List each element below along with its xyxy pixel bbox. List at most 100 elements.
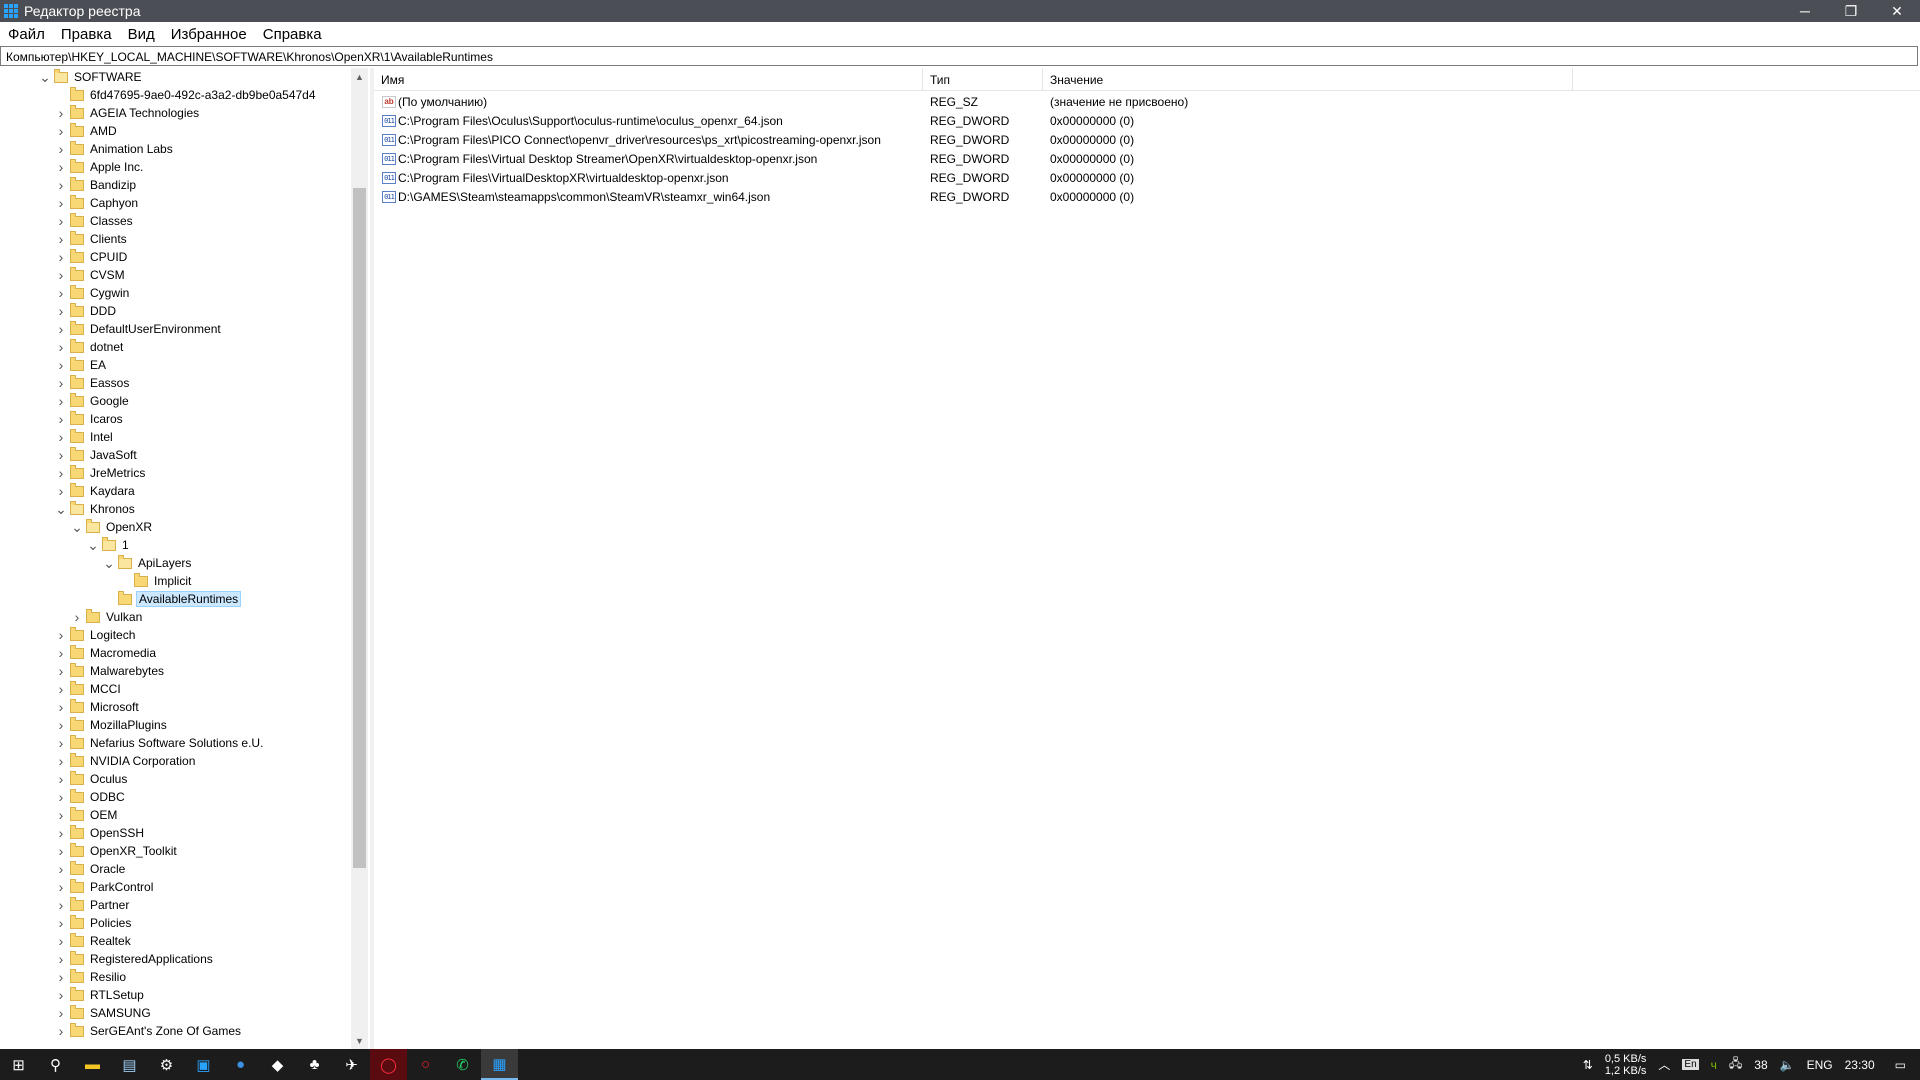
tree-item[interactable]: › Vulkan [70, 608, 144, 626]
language-indicator[interactable]: ENG [1801, 1058, 1839, 1072]
chevron-right-icon[interactable]: › [54, 698, 68, 716]
nvidia-icon[interactable]: ч [1705, 1058, 1723, 1072]
tree-item[interactable]: ⌄ OpenXR [70, 518, 154, 536]
chevron-right-icon[interactable]: › [54, 140, 68, 158]
tree-item[interactable]: › CVSM [54, 266, 127, 284]
chevron-right-icon[interactable]: › [54, 824, 68, 842]
regedit-icon[interactable]: ▦ [481, 1049, 518, 1080]
close-button[interactable]: ✕ [1874, 0, 1920, 22]
network-icon[interactable]: 🖧 [1723, 1054, 1748, 1075]
tree-item[interactable]: › SAMSUNG [54, 1004, 153, 1022]
tree-item[interactable]: › AGEIA Technologies [54, 104, 201, 122]
tree-item[interactable]: › OpenSSH [54, 824, 146, 842]
tree-scrollbar[interactable]: ▲ ▼ [351, 68, 368, 1049]
chevron-right-icon[interactable]: › [54, 338, 68, 356]
chevron-right-icon[interactable]: › [54, 122, 68, 140]
menu-view[interactable]: Вид [120, 26, 163, 43]
tree-item[interactable]: › OEM [54, 806, 119, 824]
notepad-icon[interactable]: ▤ [111, 1049, 148, 1080]
value-row[interactable]: 011 D:\GAMES\Steam\steamapps\common\Steam… [374, 187, 1920, 206]
tree-item[interactable]: › Partner [54, 896, 131, 914]
chevron-right-icon[interactable]: › [54, 428, 68, 446]
tree-item[interactable]: › Resilio [54, 968, 128, 986]
tree-item[interactable]: › JavaSoft [54, 446, 139, 464]
tree-item[interactable]: › Kaydara [54, 482, 137, 500]
chevron-right-icon[interactable]: › [54, 266, 68, 284]
chevron-right-icon[interactable]: › [54, 932, 68, 950]
tree-item[interactable]: › Eassos [54, 374, 131, 392]
menu-edit[interactable]: Правка [53, 26, 120, 43]
chevron-right-icon[interactable]: › [54, 320, 68, 338]
tree-item[interactable]: › RTLSetup [54, 986, 146, 1004]
chevron-right-icon[interactable]: › [70, 608, 84, 626]
scroll-down-icon[interactable]: ▼ [351, 1032, 368, 1049]
chevron-right-icon[interactable]: › [54, 680, 68, 698]
tree-item[interactable]: › Policies [54, 914, 133, 932]
chevron-down-icon[interactable]: ⌄ [102, 554, 116, 572]
scroll-up-icon[interactable]: ▲ [351, 68, 368, 85]
volume-icon[interactable]: 🔈 [1774, 1058, 1801, 1072]
browser-icon[interactable]: ● [222, 1049, 259, 1080]
chevron-right-icon[interactable]: › [54, 392, 68, 410]
store-icon[interactable]: ▣ [185, 1049, 222, 1080]
maximize-button[interactable]: ❐ [1828, 0, 1874, 22]
chevron-right-icon[interactable]: › [54, 284, 68, 302]
chevron-right-icon[interactable]: › [54, 482, 68, 500]
value-row[interactable]: 011 C:\Program Files\Virtual Desktop Stre… [374, 149, 1920, 168]
chevron-right-icon[interactable]: › [54, 194, 68, 212]
tree-item[interactable]: ⌄ Khronos [54, 500, 137, 518]
tree-item[interactable]: › CPUID [54, 248, 129, 266]
tree-item[interactable]: › Oculus [54, 770, 129, 788]
tree-item[interactable]: Implicit [118, 572, 193, 590]
minimize-button[interactable]: ─ [1782, 0, 1828, 22]
chevron-right-icon[interactable]: › [54, 806, 68, 824]
chevron-up-icon[interactable]: ︿ [1652, 1056, 1676, 1073]
gamepad-icon[interactable]: ♣ [296, 1049, 333, 1080]
settings-icon[interactable]: ⚙ [148, 1049, 185, 1080]
chevron-right-icon[interactable]: › [54, 1004, 68, 1022]
chevron-right-icon[interactable]: › [54, 158, 68, 176]
chevron-right-icon[interactable]: › [54, 176, 68, 194]
plane-icon[interactable]: ✈ [333, 1049, 370, 1080]
chevron-right-icon[interactable]: › [54, 644, 68, 662]
tree-item[interactable]: › Classes [54, 212, 135, 230]
value-row[interactable]: 011 C:\Program Files\VirtualDesktopXR\vir… [374, 168, 1920, 187]
tree-item[interactable]: › AMD [54, 122, 119, 140]
chevron-right-icon[interactable]: › [54, 770, 68, 788]
tree-item[interactable]: › Animation Labs [54, 140, 175, 158]
menu-file[interactable]: Файл [0, 26, 53, 43]
file-explorer-icon[interactable]: ▬ [74, 1049, 111, 1080]
chevron-right-icon[interactable]: › [54, 734, 68, 752]
chevron-right-icon[interactable]: › [54, 356, 68, 374]
app-icon[interactable]: ◆ [259, 1049, 296, 1080]
notification-icon[interactable]: ▭ [1881, 1058, 1920, 1072]
chevron-right-icon[interactable]: › [54, 986, 68, 1004]
tree-item[interactable]: › Nefarius Software Solutions e.U. [54, 734, 265, 752]
tree-item[interactable]: › Clients [54, 230, 129, 248]
tree-item[interactable]: › SerGEAnt's Zone Of Games [54, 1022, 243, 1040]
tree-item[interactable]: ⌄ 1 [86, 536, 131, 554]
tree-item[interactable]: › Google [54, 392, 131, 410]
chevron-right-icon[interactable]: › [54, 716, 68, 734]
chevron-right-icon[interactable]: › [54, 950, 68, 968]
tree-item[interactable]: › Malwarebytes [54, 662, 166, 680]
tree-item[interactable]: › Realtek [54, 932, 133, 950]
chevron-right-icon[interactable]: › [54, 302, 68, 320]
keyboard-lang-indicator[interactable]: En [1676, 1059, 1704, 1070]
download-arrow-icon[interactable]: ⇅ [1577, 1058, 1599, 1072]
tree-item[interactable]: › dotnet [54, 338, 125, 356]
tree-item[interactable]: › Microsoft [54, 698, 141, 716]
tree-item[interactable]: › MozillaPlugins [54, 716, 169, 734]
chevron-right-icon[interactable]: › [54, 626, 68, 644]
tree-item[interactable]: › Bandizip [54, 176, 138, 194]
tree-item[interactable]: › JreMetrics [54, 464, 147, 482]
chevron-down-icon[interactable]: ⌄ [70, 518, 84, 536]
chevron-right-icon[interactable]: › [54, 752, 68, 770]
tree-item[interactable]: › MCCI [54, 680, 123, 698]
search-icon[interactable]: ⚲ [37, 1049, 74, 1080]
chevron-right-icon[interactable]: › [54, 788, 68, 806]
tree-item[interactable]: › NVIDIA Corporation [54, 752, 197, 770]
tree-item[interactable]: › Macromedia [54, 644, 158, 662]
chevron-right-icon[interactable]: › [54, 230, 68, 248]
tree-item[interactable]: › DDD [54, 302, 118, 320]
